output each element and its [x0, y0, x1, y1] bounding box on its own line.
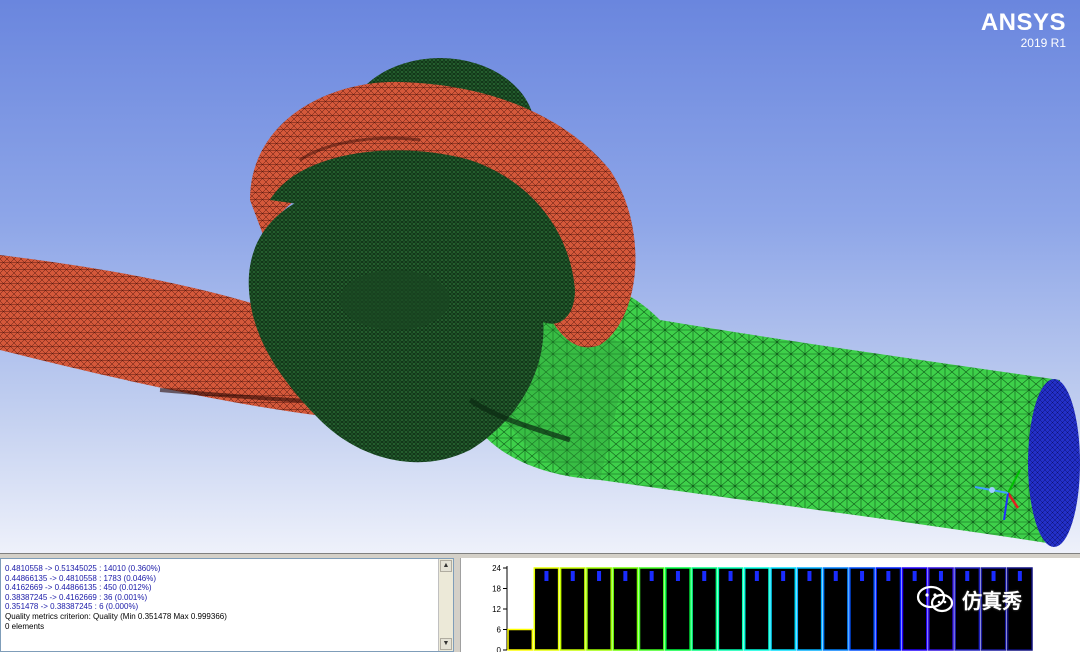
overflow-marker [991, 571, 996, 581]
wechat-icon [916, 585, 954, 613]
elements-count-line: 0 elements [5, 621, 45, 631]
log-lines: 0.4810558 -> 0.51345025 : 14010 (0.360%)… [5, 564, 435, 631]
quality-criterion-line: Quality metrics criterion: Quality (Min … [5, 611, 227, 621]
overflow-marker [728, 571, 733, 581]
brand-name: ANSYS [980, 9, 1066, 36]
overflow-marker [781, 571, 786, 581]
overflow-marker [649, 571, 654, 581]
overflow-marker [597, 571, 602, 581]
overflow-marker [675, 571, 680, 581]
overflow-marker [544, 571, 549, 581]
brand-version: 2019 R1 [1020, 36, 1066, 50]
outlet-face [1028, 379, 1080, 547]
graphics-viewport[interactable]: ANSYS 2019 R1 [0, 0, 1080, 553]
watermark: 仿真秀 [916, 584, 1022, 614]
watermark-text: 仿真秀 [962, 588, 1022, 613]
overflow-marker [702, 571, 707, 581]
histogram-bar[interactable] [507, 628, 534, 651]
overflow-marker [833, 571, 838, 581]
overflow-marker [570, 571, 575, 581]
ansys-logo: ANSYS 2019 R1 [980, 9, 1066, 51]
overflow-marker [912, 571, 917, 581]
scroll-down-icon[interactable]: ▼ [440, 638, 452, 650]
overflow-marker [965, 571, 970, 581]
y-tick-label: 6 [497, 626, 502, 635]
overflow-marker [623, 571, 628, 581]
overflow-marker [886, 571, 891, 581]
y-tick-label: 12 [492, 605, 501, 614]
y-tick-label: 24 [492, 564, 501, 573]
log-line: 0.4810558 -> 0.51345025 : 14010 (0.360%) [5, 564, 161, 573]
y-tick-label: 0 [497, 646, 502, 652]
overflow-marker [938, 571, 943, 581]
mesh-model-view[interactable] [0, 0, 1080, 553]
log-line: 0.44866135 -> 0.4810558 : 1783 (0.046%) [5, 573, 157, 583]
overflow-marker [754, 571, 759, 581]
overflow-marker [807, 571, 812, 581]
y-tick-label: 18 [492, 585, 501, 594]
log-line: 0.38387245 -> 0.4162669 : 36 (0.001%) [5, 592, 148, 602]
scroll-up-icon[interactable]: ▲ [440, 560, 452, 572]
log-scrollbar[interactable]: ▲ ▼ [438, 559, 453, 651]
log-line: 0.351478 -> 0.38387245 : 6 (0.000%) [5, 602, 139, 612]
overflow-marker [1017, 571, 1022, 581]
mesh-quality-log[interactable]: 0.4810558 -> 0.51345025 : 14010 (0.360%)… [0, 558, 454, 652]
log-line: 0.4162669 -> 0.44866135 : 450 (0.012%) [5, 583, 152, 593]
overflow-marker [860, 571, 865, 581]
